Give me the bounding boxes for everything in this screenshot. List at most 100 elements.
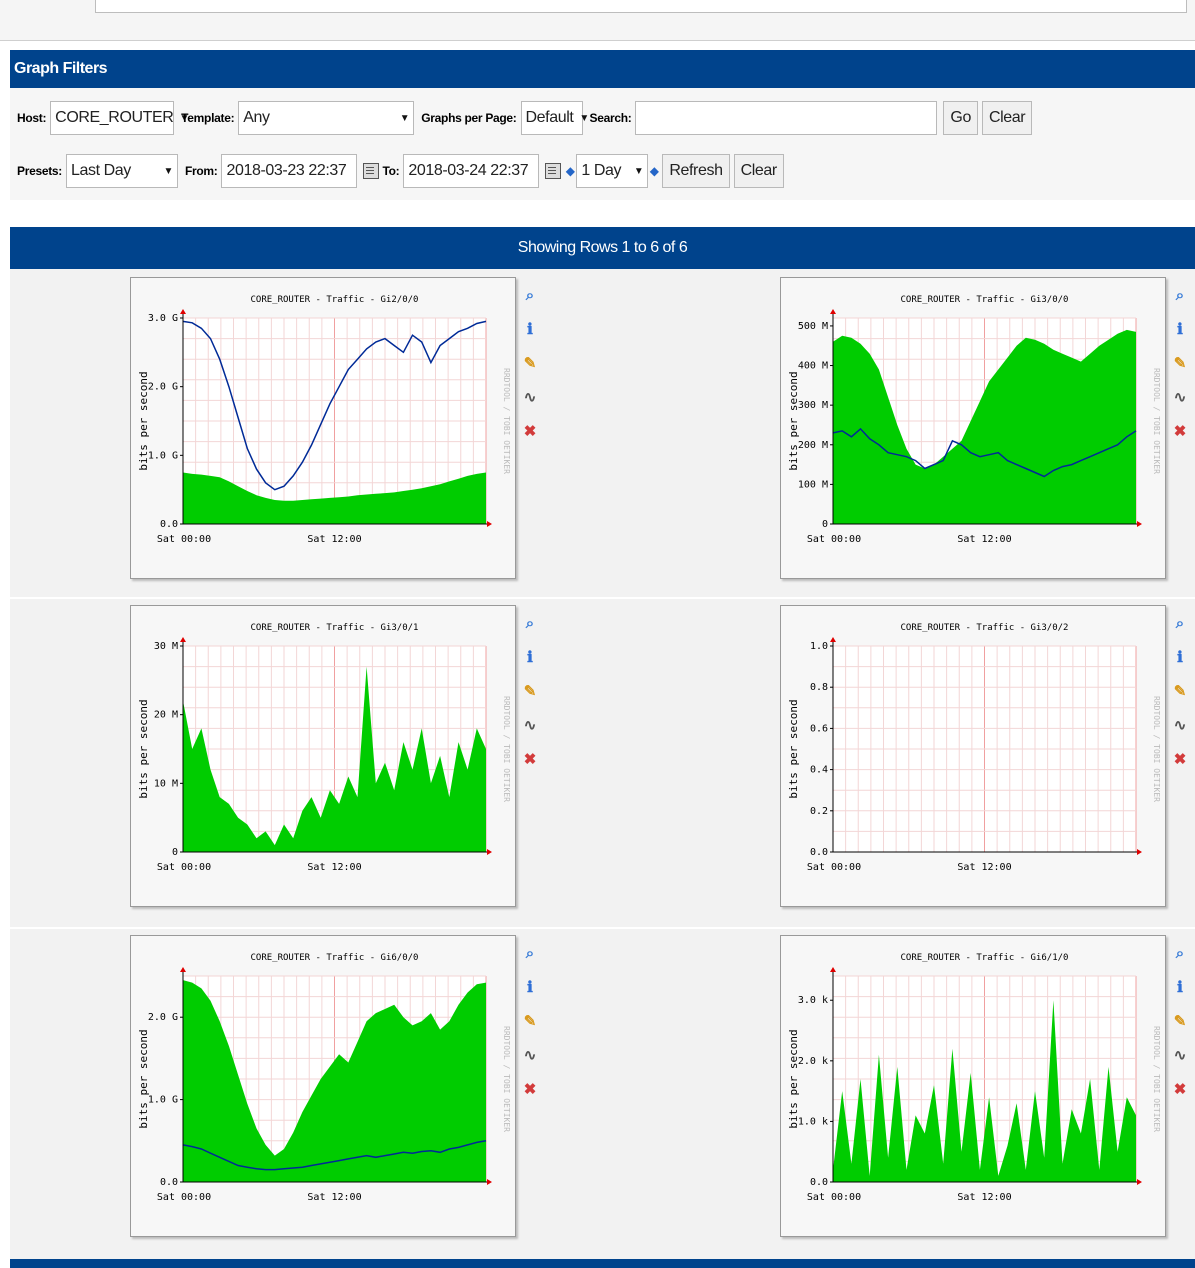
x-axis-arrow	[487, 521, 492, 527]
to-calendar-icon[interactable]	[545, 163, 562, 179]
y-axis-arrow	[830, 309, 836, 314]
zoom-icon[interactable]: ⌕	[520, 285, 540, 305]
info-icon[interactable]: ℹ	[520, 647, 540, 667]
info-icon[interactable]: ℹ	[520, 319, 540, 339]
traffic-graph-6: CORE_ROUTER - Traffic - Gi6/1/0 0.0 1.0 k 2…	[787, 953, 1161, 1203]
traffic-graph-2: CORE_ROUTER - Traffic - Gi3/0/0 0 100 M 200…	[787, 295, 1161, 545]
zoom-icon[interactable]: ⌕	[520, 943, 540, 963]
y-tick-label: 0.0	[810, 1177, 828, 1188]
y-axis-label: bits per second	[787, 1029, 800, 1128]
template-select[interactable]: Any ▼	[238, 101, 415, 135]
delete-icon[interactable]: ✖	[520, 749, 540, 769]
graph-panel-6[interactable]: CORE_ROUTER - Traffic - Gi6/1/0 0.0 1.0 k 2…	[780, 935, 1166, 1237]
graph-panel-5[interactable]: CORE_ROUTER - Traffic - Gi6/0/0 0.0 1.0 G 2…	[130, 935, 516, 1237]
presets-label: Presets:	[17, 164, 62, 178]
graph-filters-header: Graph Filters	[10, 50, 1195, 88]
graph-edit-icon[interactable]: ∿	[1170, 1045, 1190, 1065]
wrench-icon[interactable]: ✎	[1170, 1011, 1190, 1031]
graph-edit-icon[interactable]: ∿	[520, 1045, 540, 1065]
timespan-select[interactable]: 1 Day ▼	[576, 154, 649, 188]
zoom-icon[interactable]: ⌕	[1170, 613, 1190, 633]
shift-left-icon[interactable]: ◆	[566, 164, 575, 178]
graph-panel-2[interactable]: CORE_ROUTER - Traffic - Gi3/0/0 0 100 M 200…	[780, 277, 1166, 579]
delete-icon[interactable]: ✖	[520, 1079, 540, 1099]
footer-bar	[10, 1259, 1195, 1268]
clear-time-button[interactable]: Clear	[733, 154, 784, 188]
delete-icon[interactable]: ✖	[1170, 421, 1190, 441]
go-button[interactable]: Go	[943, 101, 978, 135]
graph-title: CORE_ROUTER - Traffic - Gi3/0/2	[901, 623, 1069, 633]
y-tick-label: 2.0 k	[798, 1056, 828, 1067]
zoom-icon[interactable]: ⌕	[1170, 285, 1190, 305]
rrdtool-watermark: RRDTOOL / TOBI OETIKER	[502, 696, 511, 802]
graph-edit-icon[interactable]: ∿	[520, 387, 540, 407]
graph-edit-icon[interactable]: ∿	[520, 715, 540, 735]
rrdtool-watermark: RRDTOOL / TOBI OETIKER	[502, 1026, 511, 1132]
y-tick-label: 0.6	[810, 723, 828, 734]
y-tick-label: 3.0 k	[798, 995, 828, 1006]
zoom-icon[interactable]: ⌕	[1170, 943, 1190, 963]
refresh-button[interactable]: Refresh	[662, 154, 730, 188]
clear-button[interactable]: Clear	[981, 101, 1033, 135]
x-tick-label: Sat 00:00	[807, 1192, 861, 1203]
chevron-down-icon: ▼	[163, 165, 173, 177]
x-tick-label: Sat 00:00	[807, 534, 861, 545]
info-icon[interactable]: ℹ	[1170, 319, 1190, 339]
traffic-graph-1: CORE_ROUTER - Traffic - Gi2/0/0 0.0 1.0 G 2…	[137, 295, 511, 545]
graph-panel-1[interactable]: CORE_ROUTER - Traffic - Gi2/0/0 0.0 1.0 G 2…	[130, 277, 516, 579]
y-tick-label: 2.0 G	[148, 382, 178, 393]
from-calendar-icon[interactable]	[363, 163, 380, 179]
y-tick-label: 0.2	[810, 806, 828, 817]
delete-icon[interactable]: ✖	[520, 421, 540, 441]
from-date-input[interactable]: 2018-03-23 22:37	[221, 154, 358, 188]
rrdtool-watermark: RRDTOOL / TOBI OETIKER	[1152, 1026, 1161, 1132]
graph-title: CORE_ROUTER - Traffic - Gi6/0/0	[251, 953, 419, 963]
host-select[interactable]: CORE_ROUTER ▼	[50, 101, 189, 135]
info-icon[interactable]: ℹ	[1170, 977, 1190, 997]
y-axis-arrow	[180, 967, 186, 972]
y-tick-label: 100 M	[798, 479, 828, 490]
wrench-icon[interactable]: ✎	[1170, 353, 1190, 373]
wrench-icon[interactable]: ✎	[520, 1011, 540, 1031]
from-label: From:	[184, 164, 218, 178]
y-tick-label: 0.4	[810, 765, 828, 776]
y-tick-label: 1.0 G	[148, 1095, 178, 1106]
y-axis-arrow	[180, 309, 186, 314]
filter-row-1: Host: CORE_ROUTER ▼ Template: Any ▼ Graphs…	[10, 99, 1033, 137]
filter-row-2: Presets: Last Day ▼ From: 2018-03-23 22:3…	[10, 152, 784, 190]
y-tick-label: 300 M	[798, 400, 828, 411]
host-value: CORE_ROUTER	[55, 109, 174, 126]
graph-panel-4[interactable]: CORE_ROUTER - Traffic - Gi3/0/2 0.0 0.2 0.4…	[780, 605, 1166, 907]
chevron-down-icon: ▼	[579, 112, 589, 124]
info-icon[interactable]: ℹ	[520, 977, 540, 997]
delete-icon[interactable]: ✖	[1170, 1079, 1190, 1099]
y-tick-label: 0	[822, 519, 828, 530]
x-axis-arrow	[1137, 849, 1142, 855]
wrench-icon[interactable]: ✎	[520, 353, 540, 373]
x-axis-arrow	[487, 849, 492, 855]
presets-value: Last Day	[70, 162, 131, 179]
shift-right-icon[interactable]: ◆	[650, 164, 659, 178]
presets-select[interactable]: Last Day ▼	[65, 154, 178, 188]
y-tick-label: 10 M	[154, 778, 178, 789]
graph-filters-panel: Host: CORE_ROUTER ▼ Template: Any ▼ Graphs…	[10, 88, 1195, 200]
graph-edit-icon[interactable]: ∿	[1170, 715, 1190, 735]
graph-edit-icon[interactable]: ∿	[1170, 387, 1190, 407]
rrdtool-watermark: RRDTOOL / TOBI OETIKER	[502, 368, 511, 474]
template-value: Any	[243, 109, 270, 126]
x-tick-label: Sat 00:00	[157, 1192, 211, 1203]
to-date-input[interactable]: 2018-03-24 22:37	[403, 154, 540, 188]
wrench-icon[interactable]: ✎	[1170, 681, 1190, 701]
graph-filters-title: Graph Filters	[14, 60, 108, 77]
y-tick-label: 200 M	[798, 440, 828, 451]
y-axis-label: bits per second	[137, 1029, 150, 1128]
graphs-per-page-select[interactable]: Default ▼	[520, 101, 589, 135]
info-icon[interactable]: ℹ	[1170, 647, 1190, 667]
rrdtool-watermark: RRDTOOL / TOBI OETIKER	[1152, 696, 1161, 802]
search-input[interactable]	[635, 101, 938, 135]
zoom-icon[interactable]: ⌕	[520, 613, 540, 633]
delete-icon[interactable]: ✖	[1170, 749, 1190, 769]
graph-panel-3[interactable]: CORE_ROUTER - Traffic - Gi3/0/1 0 10 M 20 M…	[130, 605, 516, 907]
wrench-icon[interactable]: ✎	[520, 681, 540, 701]
x-tick-label: Sat 12:00	[307, 862, 361, 873]
